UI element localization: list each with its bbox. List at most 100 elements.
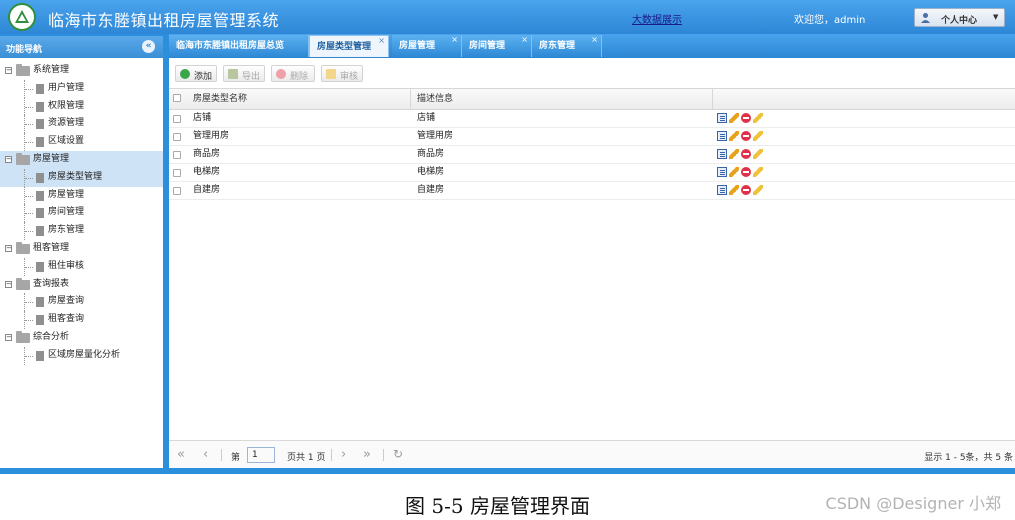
tree-item[interactable]: 资源管理 xyxy=(0,115,163,134)
tree-item[interactable]: 区域设置 xyxy=(0,133,163,151)
cell-name: 电梯房 xyxy=(193,167,221,177)
tree-toggle-icon[interactable]: − xyxy=(5,155,12,163)
column-header-name[interactable]: 房屋类型名称 xyxy=(187,89,411,110)
page-number-input[interactable]: 1 xyxy=(247,447,275,463)
delete-icon[interactable] xyxy=(741,167,751,177)
tab-1[interactable]: 房屋类型管理 × xyxy=(309,35,389,57)
edit-icon[interactable] xyxy=(729,113,739,123)
tree-item[interactable]: 租住审核 xyxy=(0,257,163,276)
detail-icon[interactable] xyxy=(717,167,727,177)
nav-tree: − 系统管理 用户管理 权限管理 资源管理区域设置 − 房屋管理 房屋类型管理 房屋管理 房间管理… xyxy=(0,62,163,365)
tree-item[interactable]: 房东管理 xyxy=(0,222,163,240)
tree-item[interactable]: 用户管理 xyxy=(0,79,163,98)
tree-toggle-icon[interactable]: − xyxy=(5,67,12,74)
tree-group[interactable]: − 综合分析 xyxy=(0,329,163,347)
table-row[interactable]: 商品房 商品房 xyxy=(169,146,1015,164)
row-checkbox[interactable] xyxy=(173,133,181,141)
select-all-checkbox[interactable] xyxy=(173,94,181,102)
close-icon[interactable]: × xyxy=(451,29,458,51)
audit-icon[interactable] xyxy=(753,131,763,141)
edit-icon[interactable] xyxy=(729,131,739,141)
tab-3[interactable]: 房间管理 × xyxy=(462,35,532,57)
delete-icon[interactable] xyxy=(741,149,751,159)
tree-item-label: 区域设置 xyxy=(48,136,85,147)
welcome-text: 欢迎您，admin xyxy=(794,15,866,26)
app-header: 临海市东塍镇出租房屋管理系统 大数据展示 欢迎您，admin 个人中心 ▼ xyxy=(0,0,1015,34)
add-button[interactable]: 添加 xyxy=(175,65,217,82)
file-icon xyxy=(36,261,44,272)
detail-icon[interactable] xyxy=(717,131,727,141)
tab-0[interactable]: 临海市东塍镇出租房屋总览 xyxy=(169,35,309,57)
row-checkbox[interactable] xyxy=(173,115,181,123)
row-checkbox[interactable] xyxy=(173,187,181,195)
edit-icon[interactable] xyxy=(729,149,739,159)
first-page-icon[interactable]: « xyxy=(177,447,185,462)
tree-item[interactable]: 房间管理 xyxy=(0,204,163,223)
close-icon[interactable]: × xyxy=(591,29,598,51)
export-button[interactable]: 导出 xyxy=(223,65,265,82)
audit-icon[interactable] xyxy=(753,167,763,177)
close-icon[interactable]: × xyxy=(521,29,528,51)
data-grid: 房屋类型名称 描述信息 店铺 店铺 管理用房 管理用房 商品房 商品房 电梯房 电梯房 自建房自… xyxy=(169,88,1015,200)
delete-button[interactable]: 删除 xyxy=(271,65,315,82)
delete-icon[interactable] xyxy=(741,131,751,141)
tab-label: 房屋管理 xyxy=(399,41,436,51)
main-panel: 添加 导出 删除 审核 房屋类型名称 描述信息 店铺 店铺 管理用房 管理用房 … xyxy=(169,58,1015,468)
tree-item[interactable]: 租客查询 xyxy=(0,311,163,329)
row-actions xyxy=(717,149,765,160)
tree-item[interactable]: 房屋管理 xyxy=(0,186,163,205)
tree-group[interactable]: − 查询报表 xyxy=(0,276,163,294)
export-icon xyxy=(228,69,238,79)
next-page-icon[interactable]: › xyxy=(341,447,346,462)
row-actions xyxy=(717,113,765,124)
bigdata-link[interactable]: 大数据展示 xyxy=(632,11,682,26)
tree-group[interactable]: − 租客管理 xyxy=(0,240,163,258)
delete-label: 删除 xyxy=(290,72,309,82)
cell-desc: 商品房 xyxy=(417,149,445,159)
column-header-desc[interactable]: 描述信息 xyxy=(411,89,713,110)
detail-icon[interactable] xyxy=(717,113,727,123)
table-row[interactable]: 管理用房 管理用房 xyxy=(169,128,1015,146)
tree-item[interactable]: 房屋类型管理 xyxy=(0,168,163,187)
last-page-icon[interactable]: » xyxy=(363,447,371,462)
audit-icon[interactable] xyxy=(753,113,763,123)
detail-icon[interactable] xyxy=(717,185,727,195)
edit-icon[interactable] xyxy=(729,185,739,195)
tree-toggle-icon[interactable]: − xyxy=(5,280,12,288)
table-row[interactable]: 自建房 自建房 xyxy=(169,182,1015,200)
close-icon[interactable]: × xyxy=(378,30,385,52)
pager-info: 显示 1 - 5条，共 5 条 xyxy=(924,453,1013,463)
table-row[interactable]: 电梯房 电梯房 xyxy=(169,164,1015,182)
folder-icon xyxy=(16,277,30,290)
collapse-left-icon[interactable]: « xyxy=(142,40,155,53)
audit-button[interactable]: 审核 xyxy=(321,65,363,82)
tree-toggle-icon[interactable]: − xyxy=(5,244,12,252)
delete-icon[interactable] xyxy=(741,185,751,195)
user-menu-button[interactable]: 个人中心 ▼ xyxy=(914,8,1005,27)
prev-page-icon[interactable]: ‹ xyxy=(203,447,208,462)
audit-icon[interactable] xyxy=(753,149,763,159)
tab-2[interactable]: 房屋管理 × xyxy=(392,35,462,57)
tab-label: 房间管理 xyxy=(469,41,506,51)
row-checkbox[interactable] xyxy=(173,151,181,159)
tree-toggle-icon[interactable]: − xyxy=(5,333,12,341)
refresh-icon[interactable]: ↻ xyxy=(393,447,403,461)
tree-guide-line xyxy=(25,302,33,304)
row-checkbox[interactable] xyxy=(173,169,181,177)
tree-item[interactable]: 区域房屋量化分析 xyxy=(0,346,163,365)
page-label: 第 xyxy=(231,453,241,463)
add-label: 添加 xyxy=(194,72,213,82)
tab-4[interactable]: 房东管理 × xyxy=(532,35,602,57)
delete-icon[interactable] xyxy=(741,113,751,123)
tree-item[interactable]: 权限管理 xyxy=(0,97,163,116)
edit-icon[interactable] xyxy=(729,167,739,177)
audit-icon[interactable] xyxy=(753,185,763,195)
tree-group[interactable]: − 系统管理 xyxy=(0,62,163,80)
file-icon xyxy=(36,101,44,112)
tree-item-label: 租客查询 xyxy=(48,314,85,325)
chevron-down-icon: ▼ xyxy=(993,13,999,21)
detail-icon[interactable] xyxy=(717,149,727,159)
tree-group[interactable]: − 房屋管理 xyxy=(0,150,163,169)
tree-item[interactable]: 房屋查询 xyxy=(0,293,163,312)
table-row[interactable]: 店铺 店铺 xyxy=(169,110,1015,128)
